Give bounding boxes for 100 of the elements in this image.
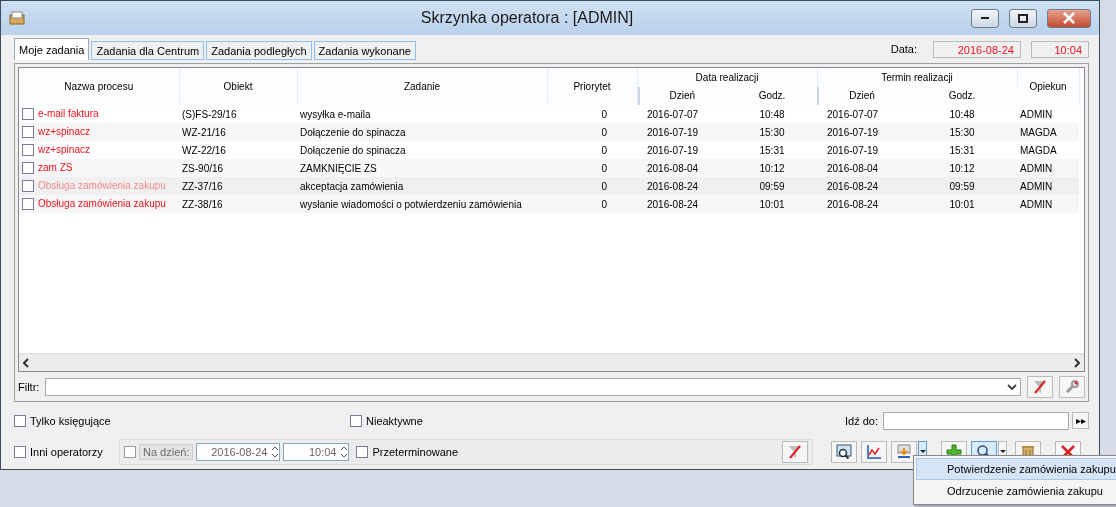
filter-settings-button[interactable] — [1059, 376, 1085, 398]
close-icon — [1063, 12, 1075, 24]
table-cell: 2016-08-24 — [647, 198, 699, 210]
table-cell: 0 — [601, 180, 607, 192]
spin-arrows-icon — [340, 445, 349, 458]
menu-item[interactable]: Odrzucenie zamówienia zakupu — [916, 480, 1116, 502]
checkbox-label: Nieaktywne — [366, 414, 423, 427]
wrench-icon — [1064, 379, 1080, 395]
line-chart-icon — [866, 443, 883, 460]
column-header: Priorytet — [573, 81, 611, 92]
table-cell: 2016-07-07 — [647, 108, 699, 120]
table-cell: 2016-07-19 — [647, 144, 699, 156]
table-cell: 15:30 — [759, 126, 785, 138]
column-header: Godz. — [758, 90, 786, 102]
table-cell: 2016-07-19 — [827, 126, 879, 138]
checkbox[interactable] — [22, 162, 34, 175]
maximize-button[interactable] — [1009, 8, 1037, 28]
process-name: Obsługa zamówienia zakupu — [38, 179, 166, 191]
column-group-header: Termin realizacji — [881, 71, 953, 83]
table-cell: 10:01 — [759, 198, 785, 210]
funnel-slash-icon — [787, 443, 804, 460]
filter-field[interactable] — [45, 378, 1021, 396]
tab[interactable]: Moje zadania — [14, 38, 90, 60]
checkbox[interactable] — [14, 445, 26, 458]
process-name: Obsługa zamówienia zakupu — [38, 197, 166, 209]
table-cell: 10:01 — [949, 198, 975, 210]
clear-filter-button[interactable] — [1027, 376, 1053, 398]
table-cell: 2016-07-19 — [827, 144, 879, 156]
checkbox-label: Tylko księgujące — [30, 414, 111, 427]
checkbox[interactable] — [22, 126, 34, 139]
table-cell: 2016-08-04 — [647, 162, 699, 174]
table-cell: ADMIN — [1020, 180, 1053, 192]
column-header: Zadanie — [403, 81, 441, 92]
column-header: Nazwa procesu — [64, 81, 134, 92]
table-cell: 09:59 — [759, 180, 785, 192]
table-cell: 10:48 — [949, 108, 975, 120]
process-name: e-mail faktura — [38, 107, 99, 119]
import-button[interactable] — [891, 440, 918, 463]
checkbox-label: Przeterminowane — [372, 445, 459, 458]
table-cell: ZZ-37/16 — [182, 180, 223, 192]
time-field: 10:04 — [1031, 40, 1089, 58]
horizontal-scrollbar[interactable] — [19, 353, 1084, 371]
table-cell: MAGDA — [1020, 126, 1057, 138]
window-magnifier-icon — [836, 443, 853, 460]
clear-filter-button[interactable] — [782, 440, 809, 463]
table-cell: WZ-21/16 — [182, 126, 226, 138]
checkbox[interactable] — [22, 180, 34, 193]
date-label: Data: — [890, 43, 917, 55]
column-header: Opiekun — [1029, 81, 1067, 92]
filter-label: Filtr: — [18, 381, 40, 393]
scroll-right-icon — [1074, 357, 1080, 368]
table-cell: Dołączenie do spinacza — [300, 126, 406, 138]
process-name: wz+spinacz — [38, 143, 90, 155]
table-cell: 2016-08-24 — [827, 198, 879, 210]
preview-button[interactable] — [831, 440, 858, 463]
goto-button[interactable]: ▸▸ — [1072, 412, 1089, 429]
column-header: Obiekt — [223, 81, 253, 92]
table-cell: ZAMKNIĘCIE ZS — [300, 162, 377, 174]
chart-button[interactable] — [861, 440, 888, 463]
table-cell: ADMIN — [1020, 198, 1053, 210]
funnel-slash-icon — [1032, 379, 1048, 395]
table-cell: wysłanie wiadomości o potwierdzeniu zamówienia — [300, 198, 522, 210]
checkbox[interactable] — [350, 414, 362, 427]
checkbox[interactable] — [22, 198, 34, 211]
table-cell: 0 — [601, 108, 607, 120]
minimize-button[interactable] — [971, 8, 999, 28]
table-cell: Dołączenie do spinacza — [300, 144, 406, 156]
tab[interactable]: Zadania podległych — [206, 41, 312, 60]
spin-arrows-icon — [271, 445, 280, 458]
table-cell: 10:12 — [949, 162, 975, 174]
table-cell: 10:12 — [759, 162, 785, 174]
menu-item[interactable]: Potwierdzenie zamówienia zakupu — [916, 458, 1116, 480]
checkbox[interactable] — [22, 144, 34, 157]
tab[interactable]: Zadania dla Centrum — [91, 41, 205, 60]
table-cell: 2016-08-24 — [647, 180, 699, 192]
caret-icon — [999, 450, 1006, 453]
goto-field[interactable] — [883, 411, 1069, 430]
tab[interactable]: Zadania wykonane — [313, 41, 416, 60]
table-cell: 2016-08-04 — [827, 162, 879, 174]
table-cell: 0 — [601, 144, 607, 156]
folder-icon — [9, 10, 25, 26]
date-field: 2016-08-24 — [933, 40, 1021, 58]
checkbox[interactable] — [356, 445, 369, 458]
close-button[interactable] — [1047, 8, 1091, 28]
import-icon — [896, 443, 913, 460]
table-cell: 15:31 — [759, 144, 785, 156]
caret-icon — [919, 450, 926, 453]
table-cell: WZ-22/16 — [182, 144, 226, 156]
window-title: Skrzynka operatora : [ADMIN] — [419, 9, 635, 27]
checkbox[interactable] — [14, 414, 26, 427]
table-cell: (S)FS-29/16 — [182, 108, 237, 120]
checkbox[interactable] — [22, 108, 34, 121]
table-cell: wysyłka e-maila — [300, 108, 371, 120]
table-cell: 09:59 — [949, 180, 975, 192]
column-group-header: Data realizacji — [695, 71, 759, 83]
process-name: zam ZS — [38, 161, 73, 173]
table-cell: 0 — [601, 162, 607, 174]
on-day-label: Na dzień: — [139, 443, 194, 460]
table-cell: ADMIN — [1020, 162, 1053, 174]
goto-label: Idź do: — [844, 414, 878, 427]
